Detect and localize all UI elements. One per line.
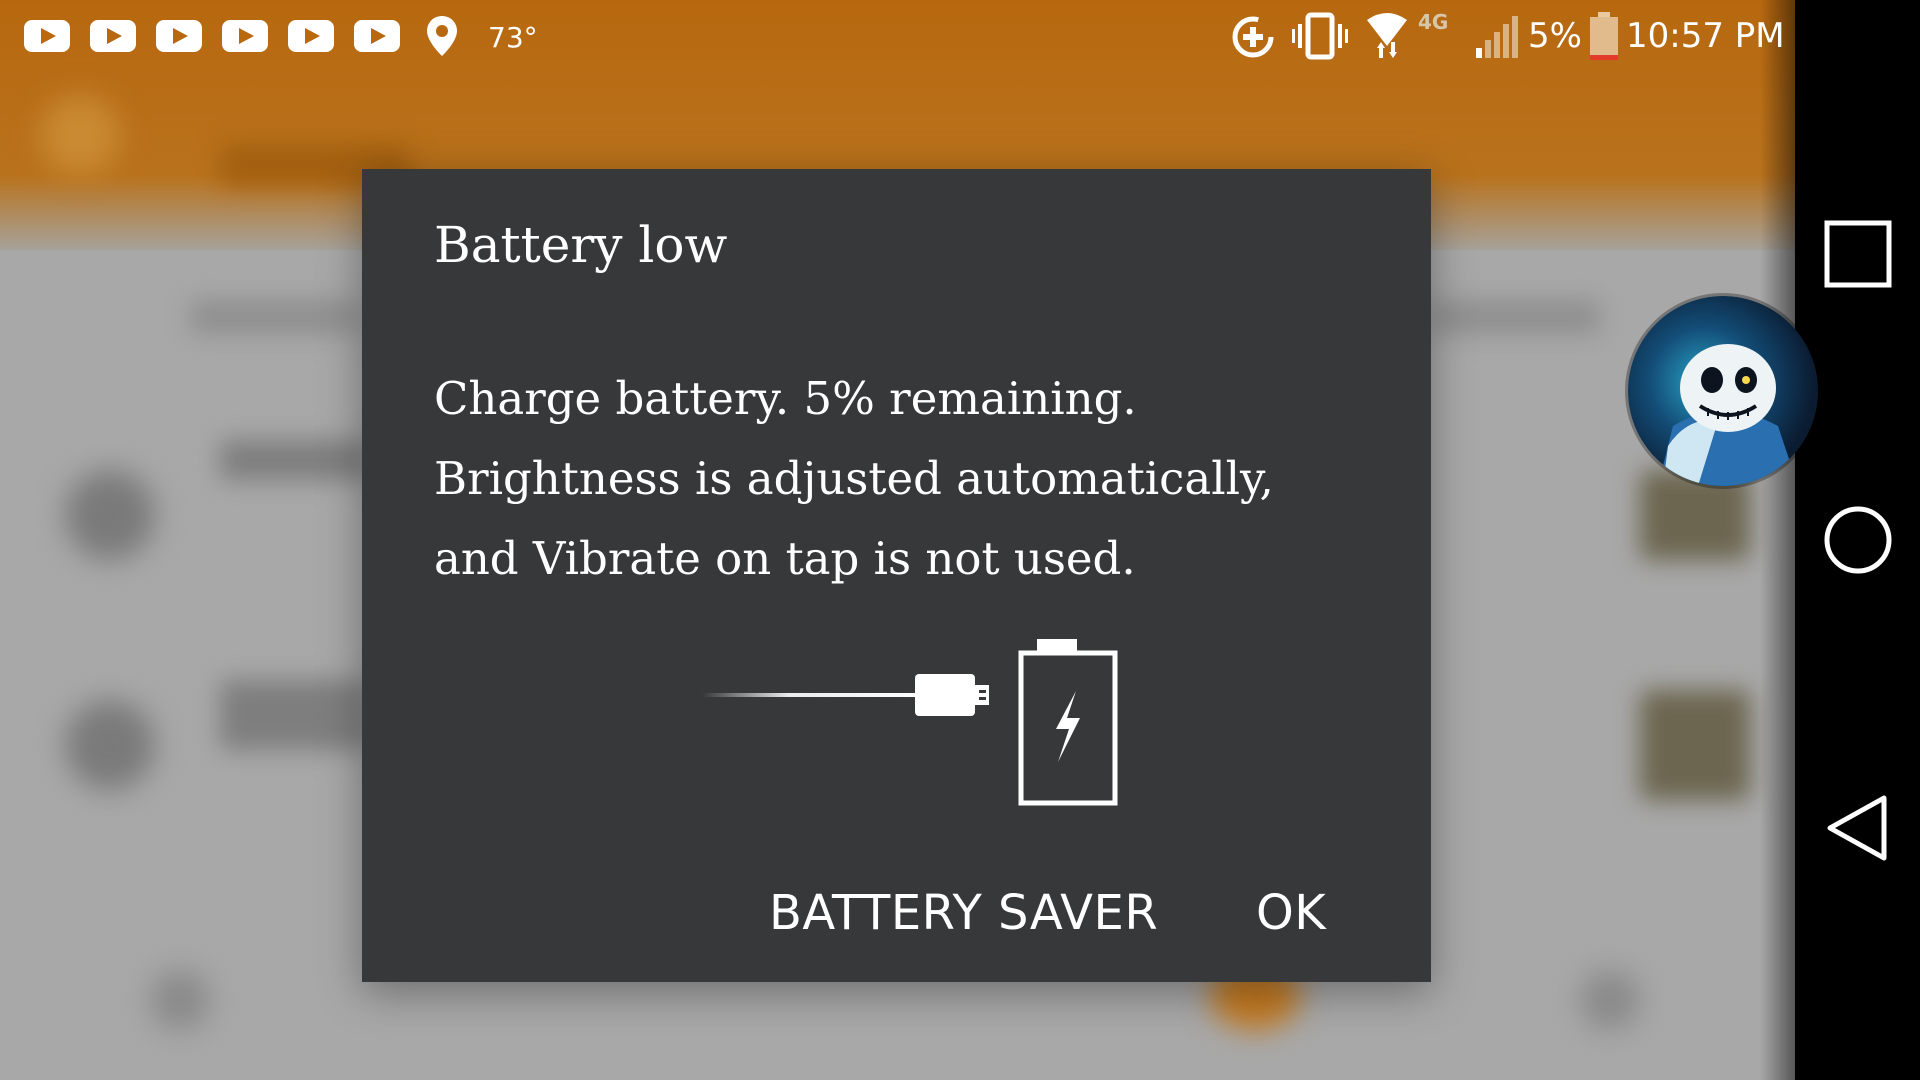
background-blur-element bbox=[65, 470, 155, 560]
chat-head-avatar-image bbox=[1658, 344, 1798, 486]
vibrate-icon bbox=[1292, 12, 1348, 60]
network-type: 4G bbox=[1418, 10, 1449, 34]
ok-button[interactable]: OK bbox=[1256, 883, 1326, 943]
youtube-icon bbox=[288, 20, 334, 52]
battery-percent: 5% bbox=[1528, 16, 1582, 56]
location-pin-icon bbox=[427, 16, 457, 56]
battery-saver-button[interactable]: BATTERY SAVER bbox=[769, 883, 1158, 943]
background-blur-element bbox=[220, 440, 370, 480]
background-blur-element bbox=[150, 970, 210, 1030]
dialog-message-line: and Vibrate on tap is not used. bbox=[434, 532, 1136, 585]
signal-icon bbox=[1476, 16, 1518, 58]
dialog-title: Battery low bbox=[434, 216, 728, 274]
chat-head-avatar[interactable] bbox=[1628, 296, 1818, 486]
background-edge-shadow bbox=[1760, 0, 1795, 1080]
background-blur-element bbox=[40, 95, 120, 175]
navigation-bar bbox=[1795, 0, 1920, 1080]
background-blur-element bbox=[1430, 300, 1600, 334]
home-circle-icon[interactable] bbox=[1820, 502, 1896, 578]
youtube-icon bbox=[354, 20, 400, 52]
battery-low-dialog: Battery low Charge battery. 5% remaining… bbox=[362, 169, 1431, 982]
background-blur-element bbox=[65, 700, 155, 790]
usb-cable-icon bbox=[702, 674, 989, 716]
background-blur-element bbox=[1580, 970, 1640, 1030]
charging-illustration bbox=[702, 639, 1118, 806]
recents-square-icon[interactable] bbox=[1820, 216, 1896, 292]
wifi-icon bbox=[1367, 13, 1407, 58]
back-triangle-icon[interactable] bbox=[1820, 790, 1896, 866]
youtube-icon bbox=[90, 20, 136, 52]
battery-charging-icon bbox=[1018, 639, 1118, 806]
youtube-icon bbox=[156, 20, 202, 52]
dialog-message: Charge battery. 5% remaining. Brightness… bbox=[434, 359, 1394, 599]
youtube-icon bbox=[24, 20, 70, 52]
temperature: 73° bbox=[488, 21, 538, 54]
clock: 10:57 PM bbox=[1626, 16, 1785, 56]
youtube-icon bbox=[222, 20, 268, 52]
dialog-message-line: Brightness is adjusted automatically, bbox=[434, 452, 1274, 505]
data-saver-icon bbox=[1232, 16, 1274, 58]
status-bar[interactable]: 73° 4G 5% 10:57 PM bbox=[0, 0, 1795, 72]
dialog-message-line: Charge battery. 5% remaining. bbox=[434, 372, 1137, 425]
battery-icon bbox=[1590, 12, 1618, 60]
background-blur-element bbox=[220, 680, 370, 750]
background-blur-element bbox=[1640, 690, 1750, 800]
background-blur-element bbox=[190, 300, 360, 334]
